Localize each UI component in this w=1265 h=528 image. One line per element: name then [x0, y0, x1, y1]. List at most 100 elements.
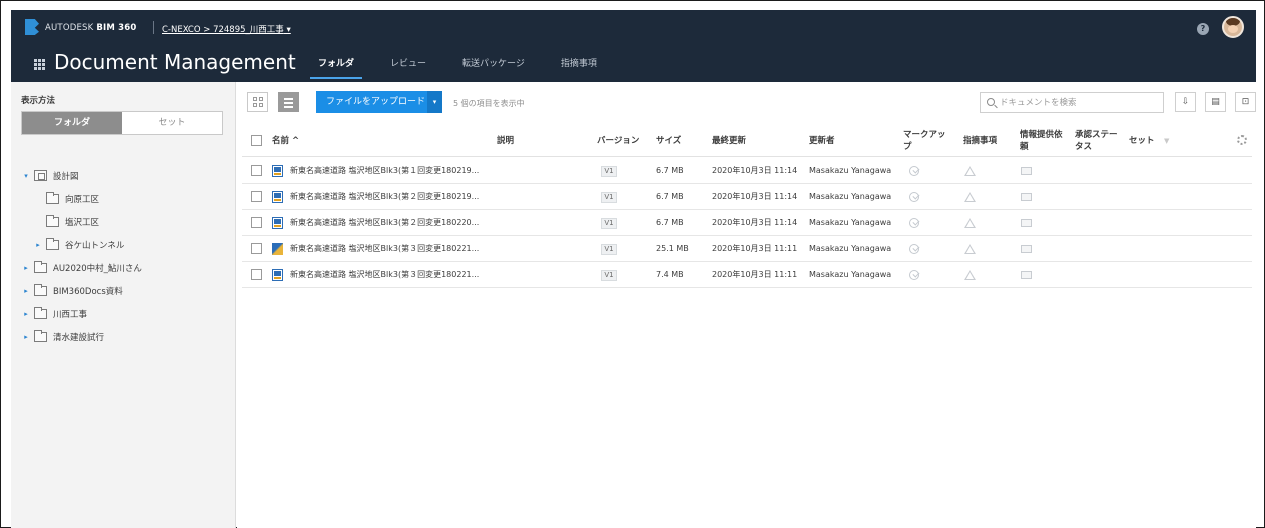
file-name[interactable]: 新東名高速道路 塩沢地区Blk3(第２回変更180220... — [290, 210, 479, 236]
column-version[interactable]: バージョン — [597, 136, 639, 147]
row-checkbox[interactable] — [251, 243, 262, 254]
document-search[interactable] — [980, 92, 1164, 113]
version-badge[interactable]: V1 — [601, 166, 617, 177]
chevron-right-icon[interactable]: ▸ — [21, 310, 31, 318]
chevron-right-icon[interactable]: ▸ — [21, 264, 31, 272]
tree-item[interactable]: 向原工区 — [11, 187, 235, 210]
row-checkbox[interactable] — [251, 165, 262, 176]
row-checkbox[interactable] — [251, 217, 262, 228]
markup-icon[interactable] — [909, 192, 919, 202]
column-issues[interactable]: 指摘事項 — [963, 136, 997, 147]
panel-toggle-icon[interactable]: ⊡ — [1235, 92, 1256, 112]
chevron-right-icon[interactable]: ▸ — [33, 241, 43, 249]
breadcrumb-text[interactable]: C-NEXCO > 724895_川西工事 — [162, 25, 284, 35]
export-icon[interactable]: ⇩ — [1175, 92, 1196, 112]
column-approval-line1[interactable]: 承認ステー — [1075, 130, 1118, 141]
filter-icon[interactable]: ▼ — [1164, 136, 1169, 147]
column-approval-line2[interactable]: タス — [1075, 142, 1092, 153]
version-badge[interactable]: V1 — [601, 270, 617, 281]
user-avatar[interactable] — [1222, 16, 1244, 38]
markup-icon[interactable] — [909, 166, 919, 176]
tile-view-button[interactable] — [247, 92, 268, 112]
column-rfi-line2[interactable]: 頼 — [1020, 142, 1029, 153]
tree-item[interactable]: ▾ 設計図 — [11, 164, 235, 187]
tab-issues[interactable]: 指摘事項 — [543, 46, 615, 82]
gear-icon[interactable] — [1237, 135, 1247, 145]
chevron-down-icon[interactable]: ▾ — [21, 172, 31, 180]
column-last-updated[interactable]: 最終更新 — [712, 136, 746, 147]
tree-item[interactable]: ▸ 谷ケ山トンネル — [11, 233, 235, 256]
select-all-checkbox[interactable] — [251, 135, 262, 146]
tree-item-label: 塩沢工区 — [65, 217, 100, 228]
table-row[interactable]: 新東名高速道路 塩沢地区Blk3(第２回変更180219... V1 6.7 MB 2… — [242, 184, 1252, 210]
pdf-doc-icon — [272, 217, 283, 229]
file-name[interactable]: 新東名高速道路 塩沢地区Blk3(第３回変更180221... — [290, 236, 479, 262]
last-updated: 2020年10月3日 11:11 — [712, 244, 798, 253]
row-checkbox[interactable] — [251, 269, 262, 280]
issue-warning-icon[interactable] — [964, 166, 976, 176]
rfi-icon[interactable] — [1021, 219, 1032, 227]
list-view-button[interactable] — [278, 92, 299, 112]
column-markup-line1[interactable]: マークアッ — [903, 130, 946, 141]
file-name[interactable]: 新東名高速道路 塩沢地区Blk3(第３回変更180221... — [290, 262, 479, 288]
tab-transmittals[interactable]: 転送パッケージ — [444, 46, 543, 82]
column-markup-line2[interactable]: プ — [903, 142, 912, 153]
version-badge[interactable]: V1 — [601, 192, 617, 203]
columns-icon[interactable]: ▤ — [1205, 92, 1226, 112]
rfi-icon[interactable] — [1021, 167, 1032, 175]
tree-item-label: 向原工区 — [65, 194, 100, 205]
rfi-icon[interactable] — [1021, 271, 1032, 279]
table-row[interactable]: 新東名高速道路 塩沢地区Blk3(第１回変更180219... V1 6.7 MB 2… — [242, 158, 1252, 184]
tree-item[interactable]: ▸ 川西工事 — [11, 302, 235, 325]
issue-warning-icon[interactable] — [964, 218, 976, 228]
markup-icon[interactable] — [909, 218, 919, 228]
upload-options-chevron-icon[interactable]: ▾ — [427, 91, 442, 113]
row-checkbox[interactable] — [251, 191, 262, 202]
version-badge[interactable]: V1 — [601, 218, 617, 229]
tree-item[interactable]: ▸ AU2020中村_鮎川さん — [11, 256, 235, 279]
column-size[interactable]: サイズ — [656, 136, 681, 147]
project-breadcrumb[interactable]: C-NEXCO > 724895_川西工事 ▾ — [162, 23, 291, 35]
rfi-icon[interactable] — [1021, 245, 1032, 253]
issue-warning-icon[interactable] — [964, 192, 976, 202]
tree-item-label: AU2020中村_鮎川さん — [53, 263, 142, 274]
view-mode-sets-button[interactable]: セット — [122, 112, 222, 134]
version-badge[interactable]: V1 — [601, 244, 617, 255]
column-description[interactable]: 説明 — [497, 136, 514, 147]
folder-icon — [46, 191, 59, 204]
table-row[interactable]: 新東名高速道路 塩沢地区Blk3(第２回変更180220... V1 6.7 MB 2… — [242, 210, 1252, 236]
tree-item[interactable]: 塩沢工区 — [11, 210, 235, 233]
column-name[interactable]: 名前 ^ — [272, 136, 299, 147]
table-row[interactable]: 新東名高速道路 塩沢地区Blk3(第３回変更180221... V1 7.4 MB 2… — [242, 262, 1252, 288]
table-row[interactable]: 新東名高速道路 塩沢地区Blk3(第３回変更180221... V1 25.1 MB… — [242, 236, 1252, 262]
tree-item[interactable]: ▸ BIM360Docs資料 — [11, 279, 235, 302]
tab-folders[interactable]: フォルダ — [300, 46, 372, 82]
markup-icon[interactable] — [909, 270, 919, 280]
file-name[interactable]: 新東名高速道路 塩沢地区Blk3(第２回変更180219... — [290, 184, 479, 210]
chevron-down-icon[interactable]: ▾ — [287, 25, 291, 35]
app-grid-icon[interactable] — [34, 59, 45, 70]
issue-warning-icon[interactable] — [964, 244, 976, 254]
folder-icon — [34, 329, 47, 342]
chevron-right-icon[interactable]: ▸ — [21, 287, 31, 295]
rfi-icon[interactable] — [1021, 193, 1032, 201]
updated-by: Masakazu Yanagawa — [809, 166, 892, 175]
column-rfi-line1[interactable]: 情報提供依 — [1020, 130, 1063, 141]
file-size: 6.7 MB — [656, 218, 684, 227]
app-frame: AUTODESK BIM 360 C-NEXCO > 724895_川西工事 ▾… — [0, 0, 1265, 528]
column-set[interactable]: セット — [1129, 136, 1155, 147]
upload-files-button[interactable]: ファイルをアップロード — [316, 91, 436, 113]
search-input[interactable] — [1000, 95, 1150, 110]
help-icon[interactable]: ? — [1197, 23, 1209, 35]
issue-warning-icon[interactable] — [964, 270, 976, 280]
view-mode-folders-button[interactable]: フォルダ — [22, 112, 122, 134]
chevron-right-icon[interactable]: ▸ — [21, 333, 31, 341]
file-size: 25.1 MB — [656, 244, 689, 253]
file-name[interactable]: 新東名高速道路 塩沢地区Blk3(第１回変更180219... — [290, 158, 479, 184]
brand-divider — [153, 21, 154, 34]
main-content: ファイルをアップロード ▾ 5 個の項目を表示中 ⇩ ▤ ⊡ 名前 ^ 説明 バ… — [237, 82, 1256, 528]
tab-reviews[interactable]: レビュー — [372, 46, 444, 82]
column-updated-by[interactable]: 更新者 — [809, 136, 835, 147]
tree-item[interactable]: ▸ 清水建設試行 — [11, 325, 235, 348]
markup-icon[interactable] — [909, 244, 919, 254]
